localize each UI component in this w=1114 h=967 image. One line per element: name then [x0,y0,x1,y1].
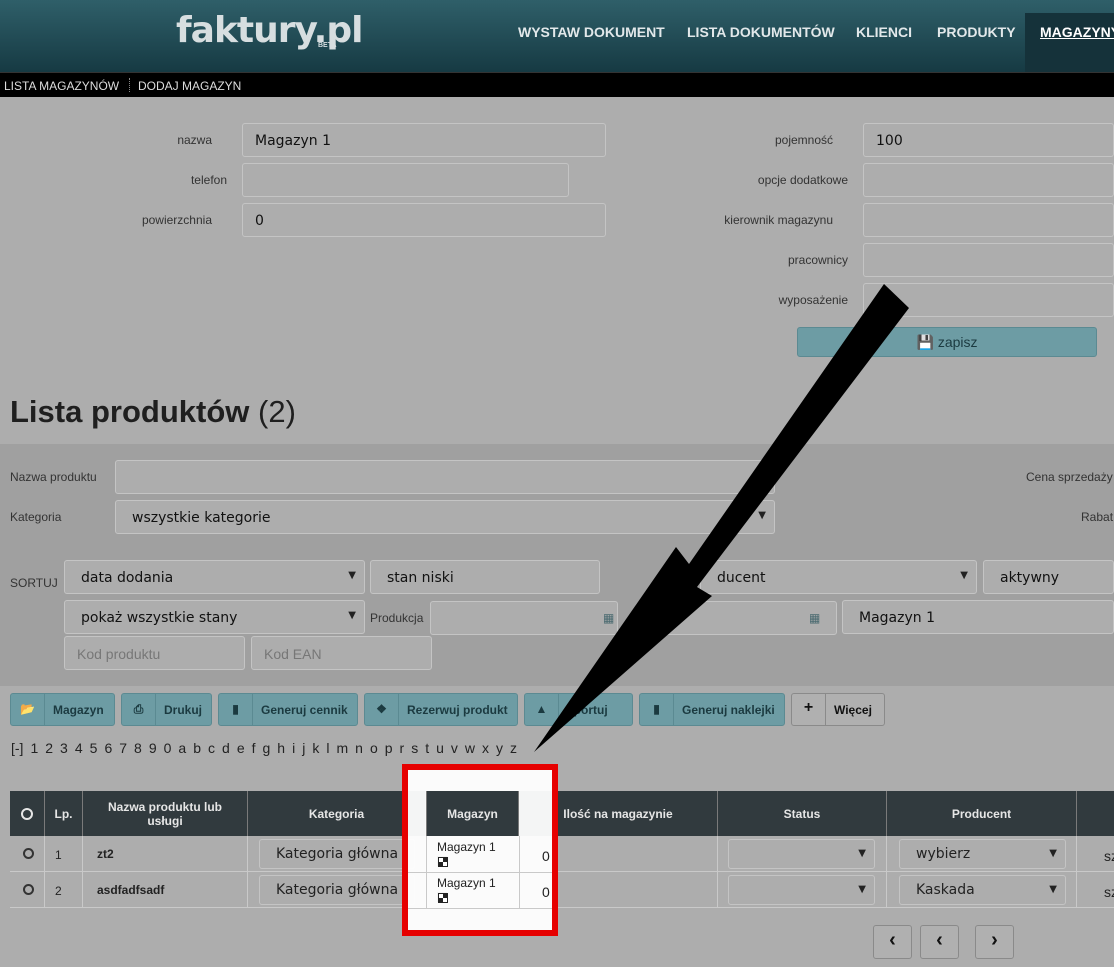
next-page-button[interactable]: › [975,925,1014,959]
prev-page-button[interactable]: ‹ [920,925,959,959]
annotation-arrow-icon [534,284,909,752]
first-page-button[interactable]: ‹ [873,925,912,959]
